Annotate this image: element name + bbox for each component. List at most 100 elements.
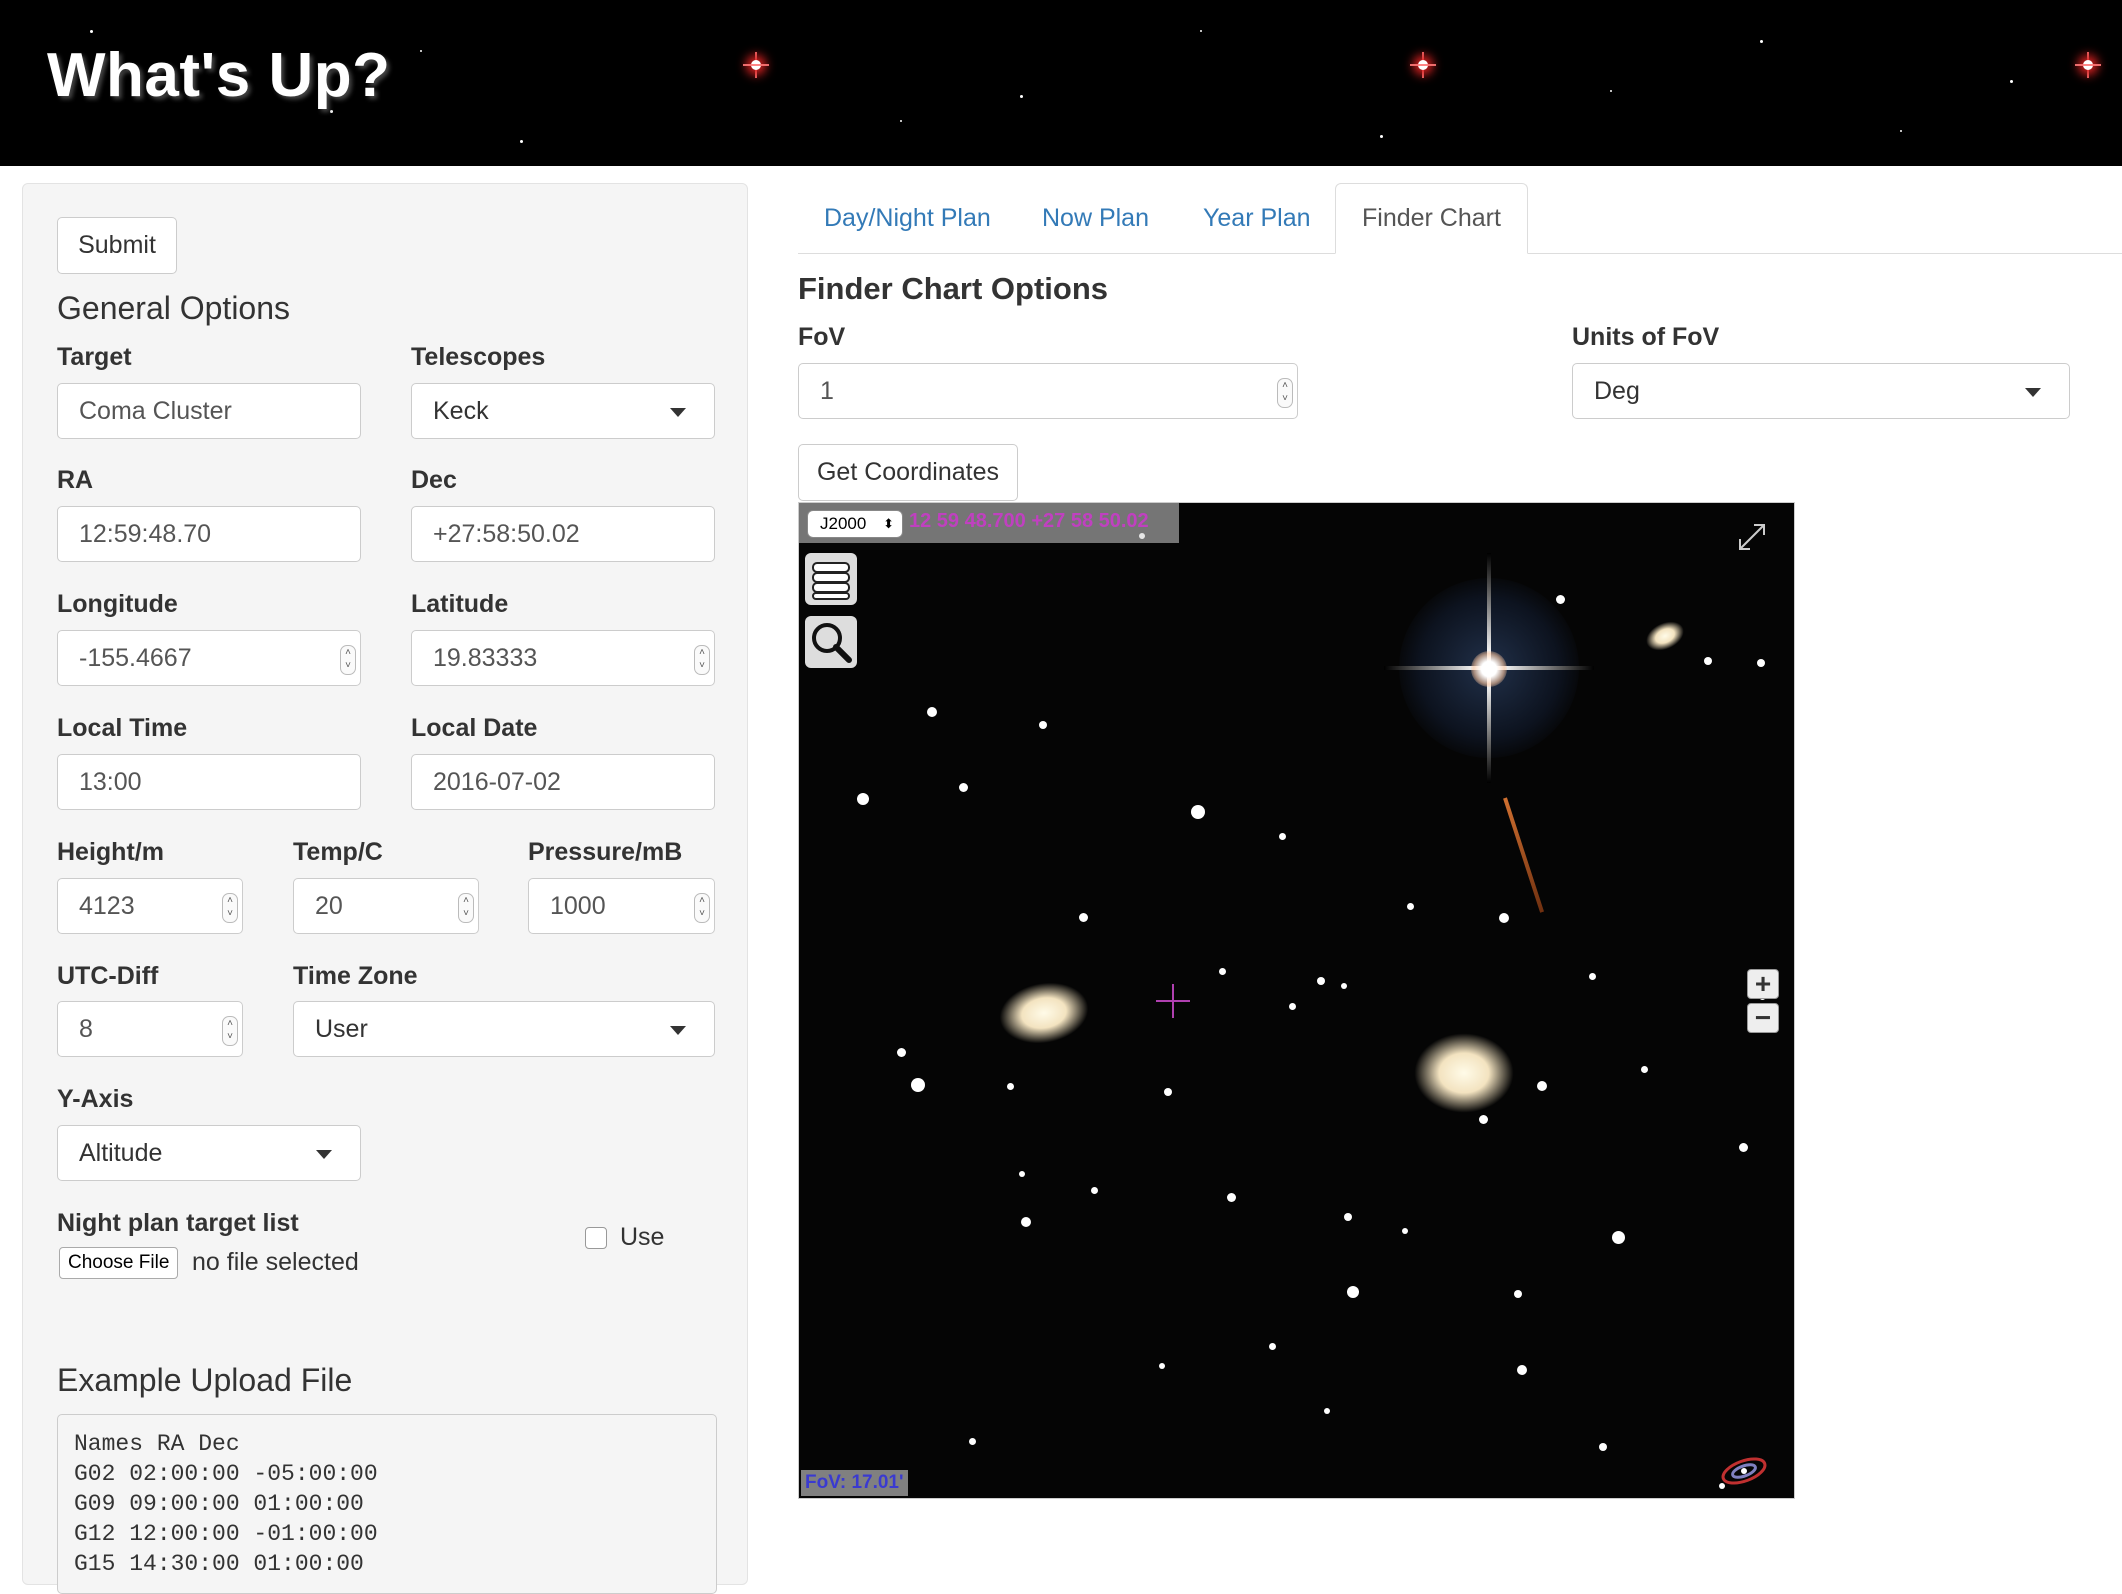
dec-label: Dec [411, 466, 457, 494]
fov-value: 1 [820, 376, 834, 405]
longitude-label: Longitude [57, 590, 178, 618]
y-axis-value: Altitude [79, 1138, 163, 1167]
longitude-value: -155.4667 [79, 643, 192, 672]
spinner-icon[interactable]: ˄ ˅ [222, 893, 238, 923]
time-zone-select[interactable]: User [293, 1001, 715, 1057]
local-time-label: Local Time [57, 714, 188, 742]
example-upload-code: Names RA Dec G02 02:00:00 -05:00:00 G09 … [57, 1414, 717, 1594]
time-zone-label: Time Zone [293, 962, 418, 990]
star-point [1344, 1213, 1352, 1221]
star-point [1279, 833, 1286, 840]
target-input[interactable]: Coma Cluster [57, 383, 361, 439]
temp-value: 20 [315, 891, 343, 920]
pressure-input[interactable]: 1000 ˄ ˅ [528, 878, 715, 934]
zoom-out-button[interactable]: − [1747, 1002, 1779, 1033]
bright-star [1471, 651, 1507, 687]
choose-file-button[interactable]: Choose File [59, 1247, 179, 1279]
star-decoration [1380, 135, 1383, 138]
red-star-decoration [743, 52, 769, 78]
search-icon[interactable] [805, 616, 857, 668]
target-crosshair [1172, 984, 1174, 1018]
star-point [1599, 1443, 1607, 1451]
star-point [1556, 595, 1565, 604]
star-point [1219, 968, 1226, 975]
units-of-fov-select[interactable]: Deg [1572, 363, 2070, 419]
local-time-input[interactable]: 13:00 [57, 754, 361, 810]
star-point [1514, 1290, 1522, 1298]
spinner-icon[interactable]: ˄ ˅ [1277, 378, 1293, 408]
star-point [1317, 977, 1325, 985]
star-point [1517, 1365, 1527, 1375]
star-point [1757, 659, 1765, 667]
layers-icon[interactable] [805, 553, 857, 605]
chevron-down-icon [2025, 388, 2041, 397]
star-point [1007, 1083, 1014, 1090]
star-point [1739, 1143, 1748, 1152]
star-point [1021, 1217, 1031, 1227]
pressure-label: Pressure/mB [528, 838, 683, 866]
star-decoration [2010, 80, 2013, 83]
star-point [1402, 1228, 1408, 1234]
height-value: 4123 [79, 891, 135, 920]
local-date-input[interactable]: 2016-07-02 [411, 754, 715, 810]
tab-finder-chart[interactable]: Finder Chart [1335, 183, 1528, 254]
star-point [1704, 657, 1712, 665]
pressure-value: 1000 [550, 891, 606, 920]
satellite-trail [1503, 797, 1544, 913]
chevron-down-icon [316, 1150, 332, 1159]
utc-diff-input[interactable]: 8 ˄ ˅ [57, 1001, 243, 1057]
star-point [1612, 1231, 1625, 1244]
y-axis-select[interactable]: Altitude [57, 1125, 361, 1181]
y-axis-label: Y-Axis [57, 1085, 134, 1113]
use-label: Use [620, 1223, 665, 1251]
telescopes-select[interactable]: Keck [411, 383, 715, 439]
units-of-fov-value: Deg [1594, 376, 1640, 405]
tab-day-night-plan[interactable]: Day/Night Plan [824, 183, 991, 253]
tab-now-plan[interactable]: Now Plan [1042, 183, 1149, 253]
ra-input[interactable]: 12:59:48.70 [57, 506, 361, 562]
star-point [1191, 805, 1205, 819]
frame-select[interactable]: J2000 ⬍ [807, 510, 903, 538]
utc-diff-label: UTC-Diff [57, 962, 159, 990]
fov-input[interactable]: 1 ˄ ˅ [798, 363, 1298, 419]
get-coordinates-button[interactable]: Get Coordinates [798, 444, 1018, 501]
height-input[interactable]: 4123 ˄ ˅ [57, 878, 243, 934]
spinner-icon[interactable]: ˄ ˅ [340, 645, 356, 675]
general-options-heading: General Options [57, 290, 291, 326]
main-panel: Day/Night Plan Now Plan Year Plan Finder… [798, 183, 2122, 1566]
spinner-icon[interactable]: ˄ ˅ [458, 893, 474, 923]
tab-year-plan[interactable]: Year Plan [1203, 183, 1311, 253]
time-zone-value: User [315, 1014, 368, 1043]
spinner-icon[interactable]: ˄ ˅ [694, 893, 710, 923]
fullscreen-icon[interactable] [1734, 519, 1770, 555]
ra-label: RA [57, 466, 94, 494]
red-star-decoration [1410, 52, 1436, 78]
galaxy [1414, 1033, 1514, 1113]
local-date-value: 2016-07-02 [433, 767, 561, 796]
submit-button[interactable]: Submit [57, 217, 177, 274]
star-point [1324, 1408, 1330, 1414]
longitude-input[interactable]: -155.4667 ˄ ˅ [57, 630, 361, 686]
temp-label: Temp/C [293, 838, 383, 866]
spinner-icon[interactable]: ˄ ˅ [694, 645, 710, 675]
star-decoration [520, 140, 523, 143]
star-point [1091, 1187, 1098, 1194]
dec-input[interactable]: +27:58:50.02 [411, 506, 715, 562]
temp-input[interactable]: 20 ˄ ˅ [293, 878, 479, 934]
star-point [1479, 1115, 1488, 1124]
star-point [1347, 1286, 1359, 1298]
sky-viewer[interactable]: J2000 ⬍ 12 59 48.700 +27 58 50.02 + − Fo… [798, 502, 1795, 1499]
star-point [1039, 721, 1047, 729]
local-date-label: Local Date [411, 714, 538, 742]
star-decoration [90, 30, 93, 33]
spinner-icon[interactable]: ˄ ˅ [222, 1016, 238, 1046]
latitude-input[interactable]: 19.83333 ˄ ˅ [411, 630, 715, 686]
page-title: What's Up? [47, 41, 391, 110]
galaxy [1641, 615, 1689, 657]
star-point [857, 793, 869, 805]
target-label: Target [57, 343, 132, 371]
options-sidebar: Submit General Options Target Coma Clust… [22, 183, 748, 1594]
galaxy-logo-icon [1718, 1456, 1770, 1486]
zoom-in-button[interactable]: + [1747, 968, 1779, 999]
use-checkbox[interactable] [585, 1227, 607, 1249]
